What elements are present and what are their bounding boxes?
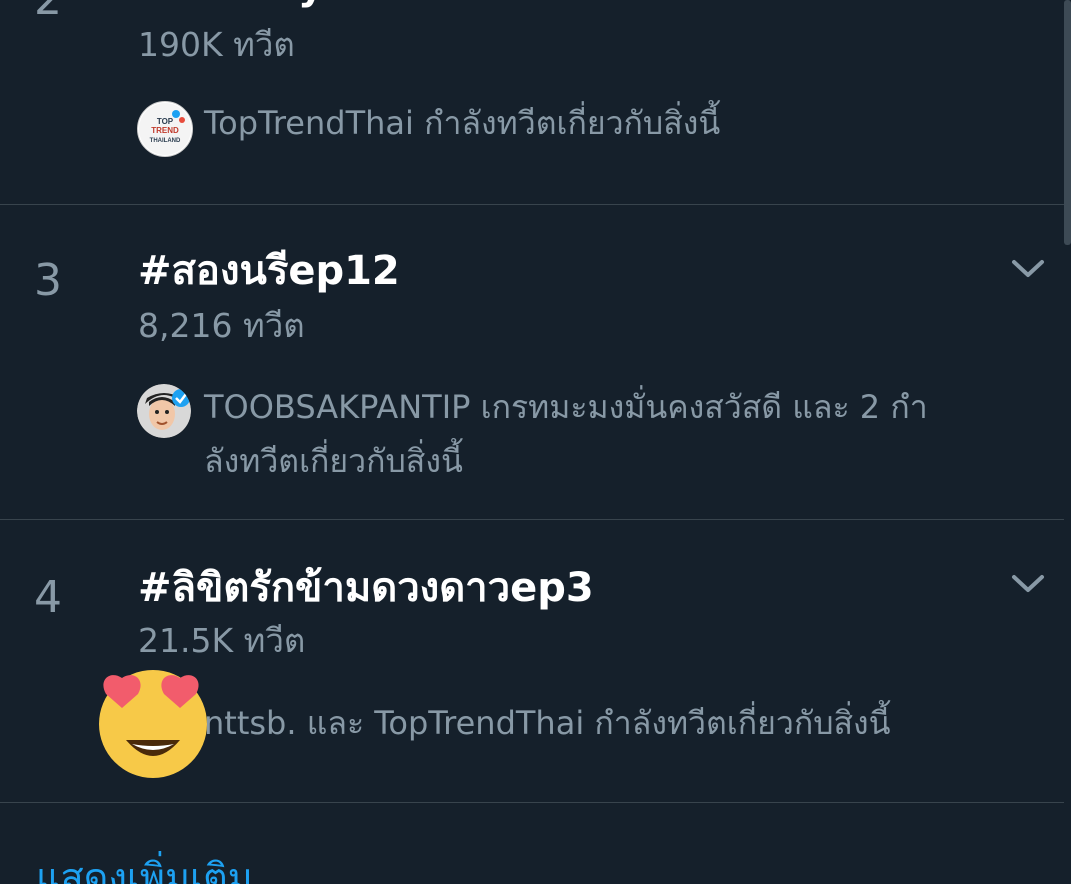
tweet-count: 21.5K ทวีต bbox=[138, 621, 306, 660]
tweet-count: 190K ทวีต bbox=[138, 25, 295, 64]
svg-text:THAILAND: THAILAND bbox=[150, 138, 181, 144]
chevron-down-icon[interactable] bbox=[1008, 253, 1048, 283]
trend-hashtag[interactable]: #GalaxyA805TH bbox=[138, 0, 499, 8]
trend-rank: 2 bbox=[34, 0, 62, 22]
trend-context: nttsb. และ TopTrendThai กำลังทวีตเกี่ยวก… bbox=[204, 704, 891, 742]
toobsakpantip-avatar[interactable] bbox=[137, 384, 191, 438]
trends-screen: 2 #GalaxyA805TH 190K ทวีต TOP TREND THAI… bbox=[0, 0, 1071, 884]
svg-text:TOP: TOP bbox=[157, 117, 174, 126]
trend-rank: 3 bbox=[34, 255, 62, 306]
trend-hashtag[interactable]: #ลิขิตรักข้ามดวงดาวep3 bbox=[138, 566, 594, 610]
heart-eyes-emoji-icon bbox=[99, 670, 207, 778]
trend-context: TopTrendThai กำลังทวีตเกี่ยวกับสิ่งนี้ bbox=[204, 104, 721, 142]
toptrendthai-avatar[interactable]: TOP TREND THAILAND bbox=[137, 101, 193, 157]
chevron-down-icon[interactable] bbox=[1008, 568, 1048, 598]
tweet-count: 8,216 ทวีต bbox=[138, 306, 305, 345]
show-more-link[interactable]: แสดงเพิ่มเติม bbox=[36, 846, 253, 884]
scrollbar[interactable] bbox=[1064, 0, 1071, 245]
trend-context: TOOBSAKPANTIP เกรทมะมงมั่นคงสวัสดี และ 2… bbox=[204, 380, 1044, 488]
svg-text:TREND: TREND bbox=[151, 126, 179, 135]
trend-context-line1: TOOBSAKPANTIP เกรทมะมงมั่นคงสวัสดี และ 2… bbox=[204, 388, 928, 426]
trend-item-3[interactable]: 3 #สองนรีep12 8,216 ทวีต TOOBSAKPANTIP เ… bbox=[0, 205, 1064, 519]
trend-hashtag[interactable]: #สองนรีep12 bbox=[138, 249, 400, 293]
trend-item-2[interactable]: 2 #GalaxyA805TH 190K ทวีต TOP TREND THAI… bbox=[0, 0, 1064, 204]
trend-rank: 4 bbox=[34, 572, 62, 623]
divider bbox=[0, 802, 1064, 803]
trend-context-line2: ลังทวีตเกี่ยวกับสิ่งนี้ bbox=[204, 442, 463, 480]
